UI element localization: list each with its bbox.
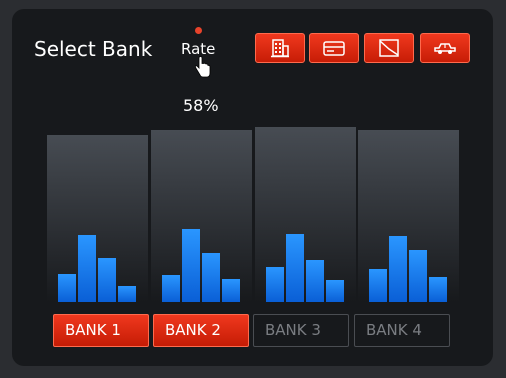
chart-bar — [78, 235, 96, 302]
chart-bar — [58, 274, 76, 302]
credit-card-button[interactable] — [309, 33, 359, 63]
bank-building-button[interactable] — [255, 33, 305, 63]
chart-bar — [118, 286, 136, 302]
hand-cursor-icon — [195, 56, 211, 78]
chart-bar — [306, 260, 324, 302]
chart-bar — [389, 236, 407, 302]
chart-trend-button[interactable] — [364, 33, 414, 63]
chart-bar — [266, 267, 284, 302]
car-icon — [434, 43, 456, 54]
chart-bar — [429, 277, 447, 302]
bank-button-1[interactable]: BANK 1 — [53, 314, 149, 347]
rate-percentage: 58% — [183, 96, 219, 115]
chart-bar — [202, 253, 220, 302]
credit-card-icon — [323, 41, 345, 56]
bank-button-2[interactable]: BANK 2 — [153, 314, 249, 347]
bank-button-4[interactable]: BANK 4 — [354, 314, 450, 347]
rate-indicator-dot — [195, 27, 202, 34]
chart-bar — [98, 258, 116, 302]
chart-bar — [286, 234, 304, 302]
chart-bar — [326, 280, 344, 302]
chart-bar — [182, 229, 200, 302]
bank-building-icon — [271, 39, 289, 58]
chart-bar — [222, 279, 240, 302]
bank-button-3[interactable]: BANK 3 — [253, 314, 349, 347]
page-title: Select Bank — [34, 37, 153, 61]
chart-trend-icon — [379, 39, 399, 57]
car-button[interactable] — [420, 33, 470, 63]
rate-toggle[interactable]: Rate — [176, 26, 220, 78]
chart-bar — [409, 250, 427, 302]
chart-bar — [369, 269, 387, 302]
chart-bar — [162, 275, 180, 302]
